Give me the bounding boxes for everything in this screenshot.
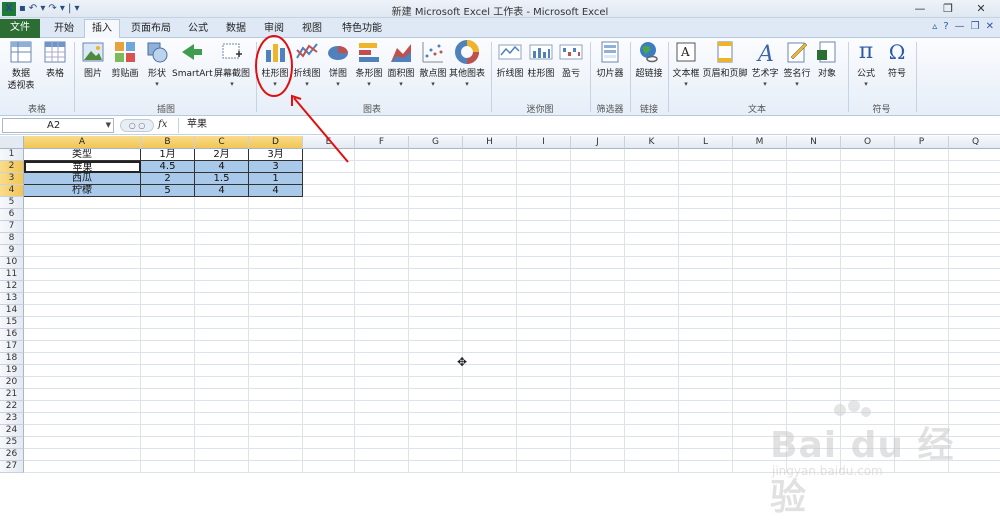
annotation-circle [255,35,293,97]
baidu-watermark: Bai du 经验 jingyan.baidu.com [750,396,990,518]
annotation-arrow [293,97,349,163]
